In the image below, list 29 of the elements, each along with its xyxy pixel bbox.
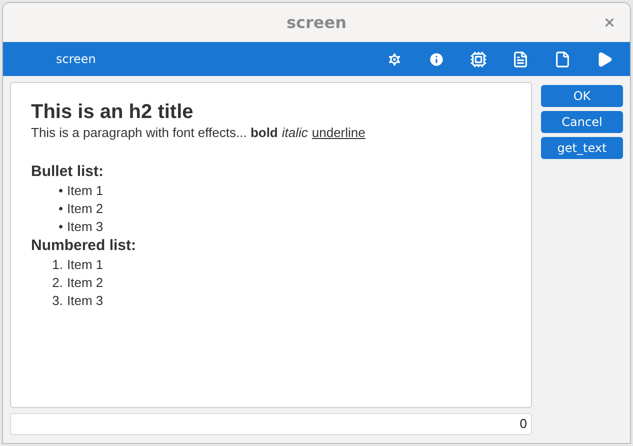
chip-icon[interactable] xyxy=(470,50,487,68)
action-button[interactable]: Cancel xyxy=(541,111,623,133)
list-item: Item 3 xyxy=(67,292,104,310)
window-title: screen xyxy=(286,12,346,34)
list-item: Item 1 xyxy=(67,256,104,274)
paragraph: This is a paragraph with font effects... bold italic underline xyxy=(31,124,366,142)
list-item: Item 3 xyxy=(67,218,104,236)
close-icon[interactable] xyxy=(603,16,616,29)
list-marker: 3. xyxy=(51,292,64,310)
list-marker: 1. xyxy=(51,256,64,274)
toolbar-title: screen xyxy=(56,51,96,68)
document-icon[interactable] xyxy=(512,50,529,68)
list-title: Bullet list: xyxy=(31,162,104,182)
list-marker: • xyxy=(57,182,64,200)
info-icon[interactable] xyxy=(428,50,445,68)
list-item: Item 2 xyxy=(67,274,104,292)
gear-icon[interactable] xyxy=(386,50,403,68)
play-icon[interactable] xyxy=(596,50,613,68)
list-item: Item 1 xyxy=(67,182,104,200)
action-button[interactable]: get_text xyxy=(541,137,623,159)
list-marker: 2. xyxy=(51,274,64,292)
list-item: Item 2 xyxy=(67,200,104,218)
list-marker: • xyxy=(57,218,64,236)
status-field[interactable]: 0 xyxy=(10,413,532,435)
list-marker: • xyxy=(57,200,64,218)
action-button[interactable]: OK xyxy=(541,85,623,107)
heading: This is an h2 title xyxy=(31,100,194,124)
file-icon[interactable] xyxy=(554,50,571,68)
list-title: Numbered list: xyxy=(31,236,136,256)
